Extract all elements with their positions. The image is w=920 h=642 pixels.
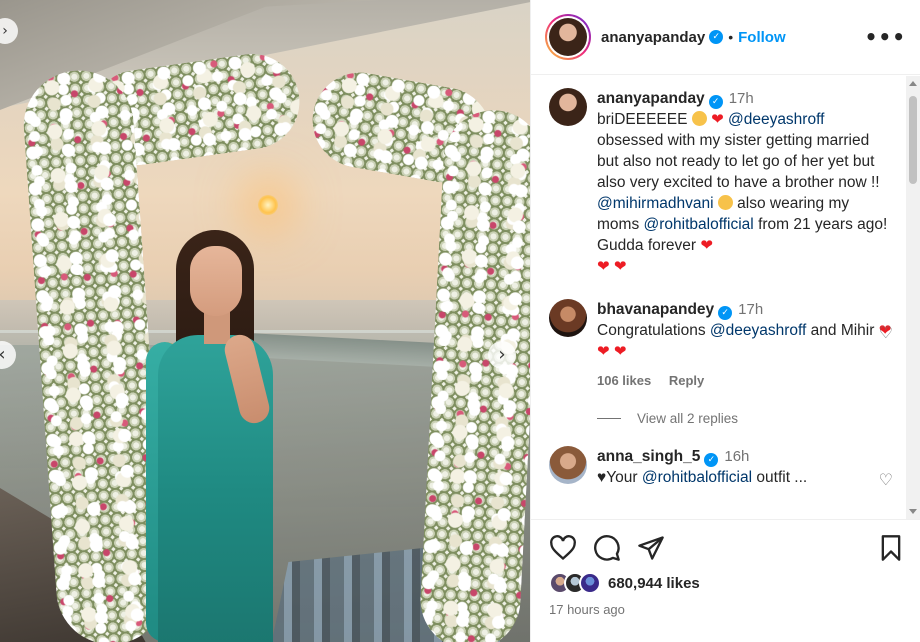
more-options-button[interactable]: •••: [865, 25, 906, 49]
verified-badge-icon: ✓: [708, 95, 723, 109]
comments-scrollbar[interactable]: [906, 76, 920, 519]
comment-icon[interactable]: [593, 534, 621, 562]
bookmark-icon[interactable]: [879, 534, 903, 562]
comment-text: Congratulations: [597, 322, 706, 339]
flower-arch-right: [417, 107, 530, 642]
like-comment-heart-icon[interactable]: ♡: [879, 470, 893, 489]
comment-text: ♥Your: [597, 469, 638, 486]
mention-link[interactable]: @rohitbalofficial: [642, 469, 752, 486]
verified-badge-icon: ✓: [704, 453, 719, 467]
sun: [258, 195, 278, 215]
red-heart-emoji-icon: ❤: [613, 257, 627, 275]
author-username[interactable]: ananyapanday: [601, 29, 705, 46]
woman-in-teal-outfit: [140, 230, 290, 642]
liker-avatar: [579, 572, 601, 594]
verified-badge-icon: ✓: [709, 30, 724, 44]
post-header: ananyapanday ✓ • Follow •••: [531, 0, 920, 75]
comment-time: 17h: [738, 301, 764, 318]
post-timestamp: 17 hours ago: [549, 602, 625, 617]
verified-badge-icon: ✓: [718, 306, 733, 320]
comment-text: and Mihir: [810, 322, 875, 339]
scroll-down-arrow-icon[interactable]: [909, 509, 917, 514]
comment-time: 16h: [724, 448, 750, 465]
scroll-up-arrow-icon[interactable]: [909, 81, 917, 86]
next-image-button[interactable]: ›: [488, 341, 516, 369]
pleading-face-emoji-icon: [691, 111, 707, 126]
scrollbar-thumb[interactable]: [909, 96, 917, 184]
comment-likes[interactable]: 106 likes: [597, 373, 651, 388]
red-heart-emoji-icon: ❤: [700, 236, 713, 254]
follow-button[interactable]: Follow: [738, 29, 786, 46]
post-actions: 680,944 likes 17 hours ago: [531, 519, 920, 642]
mention-link[interactable]: @rohitbalofficial: [644, 216, 754, 233]
likes-summary[interactable]: 680,944 likes: [549, 572, 903, 594]
author-avatar[interactable]: [545, 14, 591, 60]
red-heart-emoji-icon: ❤: [711, 110, 724, 128]
likes-count[interactable]: 680,944 likes: [608, 575, 700, 592]
caption-text: briDEEEEEE: [597, 111, 688, 128]
share-icon[interactable]: [637, 535, 665, 561]
comment: bhavanapandey ✓ 17h Congratulations @deeya…: [531, 299, 907, 391]
red-heart-emoji-icon: ❤: [597, 257, 610, 275]
caption-text: obsessed with my sister getting married …: [597, 132, 880, 191]
separator-dot: •: [728, 29, 734, 45]
tongue-face-emoji-icon: [717, 195, 733, 210]
mention-link[interactable]: @mihirmadhvani: [597, 195, 714, 212]
comment-text: outfit ...: [756, 469, 808, 486]
post-sidebar: ananyapanday ✓ • Follow ••• ananyapanday…: [530, 0, 920, 642]
red-heart-emoji-icon: ❤: [613, 342, 627, 360]
like-comment-heart-icon[interactable]: ♡: [879, 323, 893, 342]
commenter-avatar[interactable]: [549, 446, 587, 484]
caption: ananyapanday ✓ 17h briDEEEEEE ❤ @deeyashro…: [531, 88, 907, 277]
neck: [204, 312, 230, 344]
caption-username[interactable]: ananyapanday: [597, 90, 705, 107]
commenter-avatar[interactable]: [549, 299, 587, 337]
caption-time: 17h: [728, 90, 754, 107]
view-replies-button[interactable]: View all 2 replies: [597, 411, 907, 426]
avatar-image: [549, 18, 587, 56]
commenter-username[interactable]: bhavanapandey: [597, 301, 714, 318]
comment: anna_singh_5 ✓ 16h ♥Your @rohitbalofficial…: [531, 446, 907, 489]
mention-link[interactable]: @deeyashroff: [710, 322, 806, 339]
red-heart-emoji-icon: ❤: [597, 342, 610, 360]
view-replies-label: View all 2 replies: [637, 411, 739, 426]
caption-avatar[interactable]: [549, 88, 587, 126]
post-photo[interactable]: › ‹ ›: [0, 0, 530, 642]
mention-link[interactable]: @deeyashroff: [728, 111, 824, 128]
comments-list[interactable]: ananyapanday ✓ 17h briDEEEEEE ❤ @deeyashro…: [531, 76, 907, 519]
comment-meta: 106 likes Reply: [597, 370, 893, 391]
heart-icon[interactable]: [549, 535, 577, 561]
commenter-username[interactable]: anna_singh_5: [597, 448, 700, 465]
reply-button[interactable]: Reply: [669, 373, 704, 388]
face: [190, 246, 242, 316]
